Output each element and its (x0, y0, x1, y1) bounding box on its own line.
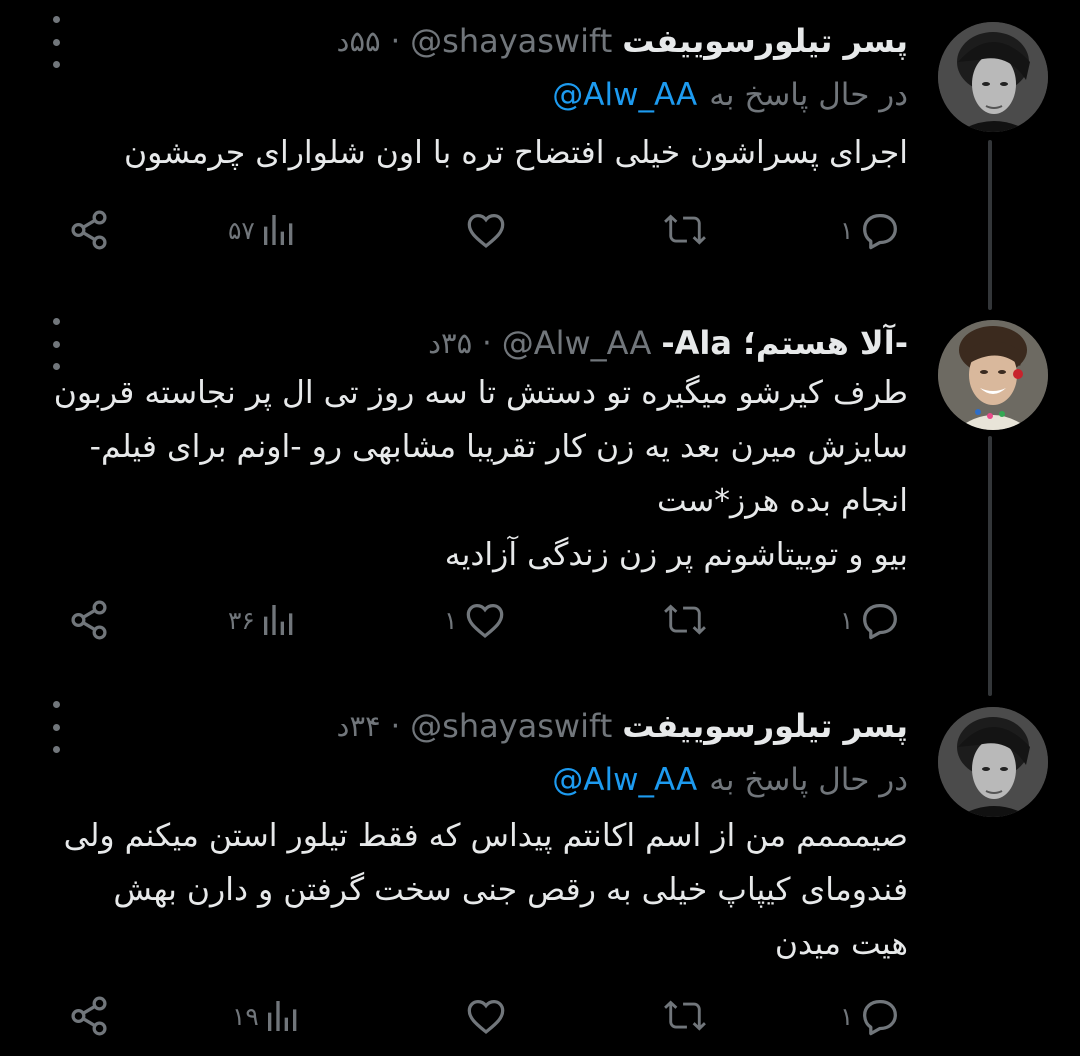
tweet-text: اجرای پسراشون خیلی افتضاح تره با اون شلو… (124, 135, 908, 171)
username-handle[interactable]: @shayaswift (410, 707, 612, 745)
tweet-actions: ۱ ۵۷ (0, 205, 1080, 255)
tweet[interactable]: پسر تیلورسوییفت @shayaswift · ۵۵د در حال… (0, 0, 1080, 290)
views-button[interactable]: ۱۹ (232, 991, 303, 1041)
avatar[interactable] (938, 320, 1048, 430)
timestamp[interactable]: ۳۴د (337, 709, 381, 743)
mention-link[interactable]: @Alw_AA (552, 762, 697, 798)
retweet-button[interactable] (660, 991, 710, 1041)
like-count: ۱ (444, 605, 458, 635)
more-icon (52, 701, 60, 708)
views-button[interactable]: ۵۷ (228, 205, 299, 255)
replying-to: در حال پاسخ به @Alw_AA (552, 755, 908, 805)
display-name[interactable]: پسر تیلورسوییفت (622, 22, 908, 60)
display-name[interactable]: پسر تیلورسوییفت (622, 707, 908, 745)
replying-label: در حال پاسخ به (709, 77, 908, 113)
reply-button[interactable]: ۱ (840, 205, 903, 255)
reply-icon (863, 999, 898, 1036)
like-button[interactable]: ۱ (444, 595, 509, 645)
username-handle[interactable]: @Alw_AA (502, 324, 652, 362)
retweet-icon (664, 214, 706, 245)
reply-icon (863, 213, 898, 250)
share-icon (71, 600, 107, 640)
retweet-button[interactable] (660, 205, 710, 255)
more-options-button[interactable] (44, 318, 68, 370)
views-button[interactable]: ۳۶ (228, 595, 299, 645)
views-count: ۵۷ (228, 215, 255, 245)
reply-count: ۱ (840, 1001, 854, 1031)
separator-dot: · (390, 708, 401, 744)
more-icon (52, 38, 60, 46)
tweet-text: صیمممم من از اسم اکانتم پیداس که فقط تیل… (63, 818, 908, 962)
views-icon (263, 605, 293, 635)
views-count: ۱۹ (232, 1001, 259, 1031)
share-button[interactable] (66, 991, 112, 1041)
like-button[interactable] (462, 991, 510, 1041)
more-icon (52, 746, 60, 753)
heart-icon (467, 603, 504, 638)
reply-button[interactable]: ۱ (840, 595, 903, 645)
reply-button[interactable]: ۱ (840, 991, 903, 1041)
heart-icon (467, 999, 505, 1034)
avatar[interactable] (938, 22, 1048, 132)
retweet-button[interactable] (660, 595, 710, 645)
separator-dot: · (482, 325, 492, 361)
display-name[interactable]: -آلا هستم؛ Ala- (661, 324, 908, 362)
tweet-header: پسر تیلورسوییفت @shayaswift · ۳۴د (337, 701, 908, 751)
tweet-header: پسر تیلورسوییفت @shayaswift · ۵۵د (337, 16, 908, 66)
mention-link[interactable]: @Alw_AA (552, 77, 697, 113)
views-icon (263, 215, 293, 245)
views-count: ۳۶ (228, 605, 255, 635)
tweet-text: طرف کیرشو میگیره تو دستش تا سه روز تی ال… (53, 375, 908, 573)
tweet-header: -آلا هستم؛ Ala- @Alw_AA · ۳۵د (428, 318, 908, 368)
replying-to: در حال پاسخ به @Alw_AA (552, 70, 908, 120)
reply-icon (863, 603, 898, 640)
more-icon (52, 61, 60, 68)
tweet[interactable]: -آلا هستم؛ Ala- @Alw_AA · ۳۵د طرف کیرشو … (0, 290, 1080, 685)
replying-label: در حال پاسخ به (709, 762, 908, 798)
timestamp[interactable]: ۳۵د (428, 326, 472, 360)
username-handle[interactable]: @shayaswift (410, 22, 612, 60)
more-icon (52, 16, 60, 23)
tweet[interactable]: پسر تیلورسوییفت @shayaswift · ۳۴د در حال… (0, 685, 1080, 1056)
share-button[interactable] (66, 595, 112, 645)
more-icon (52, 318, 60, 325)
separator-dot: · (390, 23, 401, 59)
more-options-button[interactable] (44, 701, 68, 753)
reply-count: ۱ (840, 215, 854, 245)
retweet-icon (664, 1000, 706, 1031)
heart-icon (467, 213, 505, 248)
share-icon (71, 996, 107, 1036)
more-icon (52, 340, 60, 348)
tweet-actions: ۱ ۱۹ (0, 991, 1080, 1041)
avatar[interactable] (938, 707, 1048, 817)
views-icon (267, 1001, 297, 1031)
reply-count: ۱ (840, 605, 854, 635)
retweet-icon (664, 604, 706, 635)
share-button[interactable] (66, 205, 112, 255)
like-button[interactable] (462, 205, 510, 255)
timestamp[interactable]: ۵۵د (337, 24, 381, 58)
more-icon (52, 723, 60, 731)
more-options-button[interactable] (44, 16, 68, 68)
share-icon (71, 210, 107, 250)
tweet-actions: ۱ ۱ ۳۶ (0, 595, 1080, 645)
